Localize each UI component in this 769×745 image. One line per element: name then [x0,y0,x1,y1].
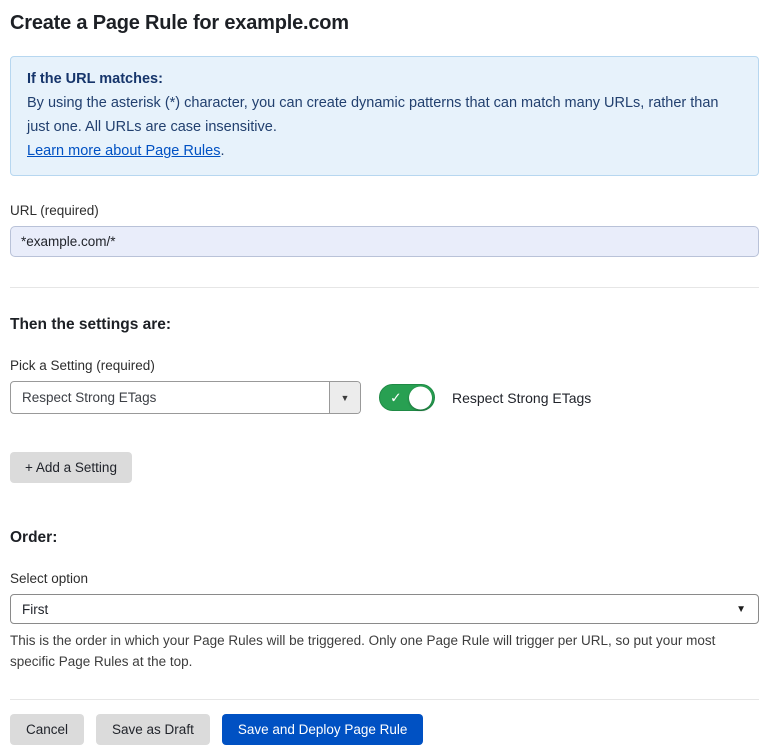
learn-more-link[interactable]: Learn more about Page Rules [27,143,220,159]
link-suffix: . [220,143,224,159]
setting-select-value: Respect Strong ETags [11,382,329,413]
order-select-value: First [22,602,48,617]
save-draft-button[interactable]: Save as Draft [96,714,210,745]
url-label: URL (required) [10,203,759,218]
chevron-down-icon: ▼ [736,604,746,615]
setting-row: Respect Strong ETags ▼ ✓ Respect Strong … [10,381,759,414]
order-select[interactable]: First ▼ [10,594,759,624]
settings-heading: Then the settings are: [10,316,759,334]
toggle-knob [409,386,432,409]
page-rule-form: Create a Page Rule for example.com If th… [0,0,769,745]
cancel-button[interactable]: Cancel [10,714,84,745]
pick-setting-label: Pick a Setting (required) [10,358,759,373]
setting-select[interactable]: Respect Strong ETags ▼ [10,381,361,414]
chevron-down-icon: ▼ [329,382,360,413]
footer-buttons: Cancel Save as Draft Save and Deploy Pag… [10,714,759,745]
toggle-label: Respect Strong ETags [452,390,591,406]
section-divider [10,287,759,288]
footer-divider [10,699,759,700]
etag-toggle[interactable]: ✓ [379,384,435,411]
info-box-body: By using the asterisk (*) character, you… [27,91,742,139]
url-input[interactable] [10,226,759,257]
add-setting-button[interactable]: + Add a Setting [10,452,132,483]
info-box-link-line: Learn more about Page Rules. [27,139,742,163]
url-match-info-box: If the URL matches: By using the asteris… [10,56,759,176]
check-icon: ✓ [390,390,402,404]
info-box-heading: If the URL matches: [27,67,742,91]
order-heading: Order: [10,529,759,547]
order-select-label: Select option [10,571,759,586]
page-title: Create a Page Rule for example.com [10,12,759,35]
save-deploy-button[interactable]: Save and Deploy Page Rule [222,714,424,745]
order-help-text: This is the order in which your Page Rul… [10,630,759,672]
